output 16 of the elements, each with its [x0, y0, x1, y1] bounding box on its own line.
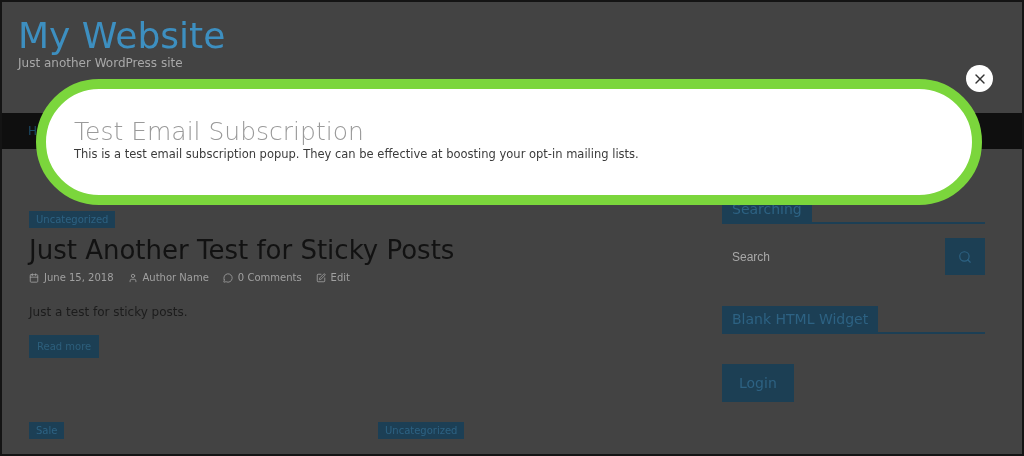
speech-bubble-icon — [222, 272, 233, 283]
nav-link[interactable]: H — [28, 124, 38, 138]
user-icon — [127, 272, 138, 283]
site-title[interactable]: My Website — [18, 14, 1006, 58]
search-field[interactable]: Search — [722, 238, 945, 275]
post-meta[interactable]: Author Name — [142, 272, 209, 283]
post-meta[interactable]: June 15, 2018 — [44, 272, 114, 283]
search-icon — [958, 249, 972, 264]
post-meta[interactable]: Edit — [330, 272, 350, 283]
post-meta[interactable]: 0 Comments — [237, 272, 302, 283]
close-button[interactable] — [966, 65, 993, 92]
edit-icon — [315, 272, 326, 283]
popup-title: Test Email Subscription — [74, 117, 365, 147]
popup-text: This is a test email subscription popup. They can be effective at boosting your opt-in mailing lists. — [74, 147, 640, 161]
calendar-icon — [29, 272, 39, 283]
site-tagline: Just another WordPress site — [18, 56, 184, 70]
